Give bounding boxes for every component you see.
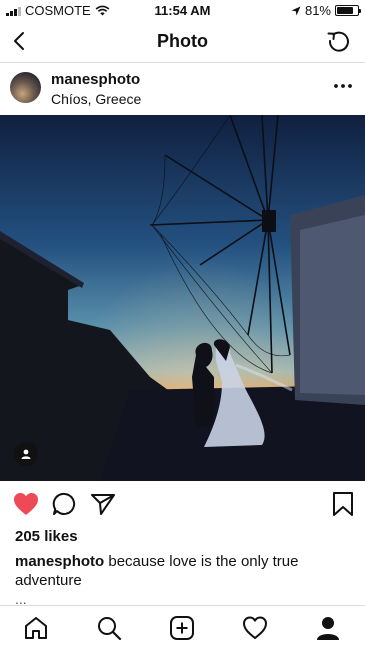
activity-heart-icon[interactable] (242, 615, 268, 641)
post-actions (0, 481, 365, 525)
profile-icon[interactable] (315, 615, 341, 641)
location-arrow-icon (291, 6, 301, 15)
page-title: Photo (157, 31, 208, 51)
post-header: manesphoto Chíos, Greece (0, 63, 365, 115)
home-icon[interactable] (23, 615, 49, 641)
post-photo[interactable] (0, 115, 365, 481)
post-location[interactable]: Chíos, Greece (51, 91, 141, 107)
share-icon[interactable] (89, 491, 117, 517)
bookmark-icon[interactable] (329, 491, 357, 517)
battery-fill (337, 7, 354, 14)
likes-count[interactable]: 205 likes (15, 528, 78, 545)
comment-icon[interactable] (51, 491, 79, 517)
refresh-icon[interactable] (325, 27, 353, 55)
caption-username[interactable]: manesphoto (15, 553, 104, 570)
tab-bar (0, 605, 365, 650)
user-tag-icon (21, 449, 31, 459)
status-right: 81% (291, 3, 361, 18)
nav-bar: Photo (0, 20, 365, 63)
avatar[interactable] (10, 72, 41, 103)
post-caption: manesphoto because love is the only true… (15, 552, 345, 590)
search-icon[interactable] (96, 615, 122, 641)
battery-percent: 81% (304, 3, 331, 18)
post-username[interactable]: manesphoto (51, 71, 140, 88)
more-horizontal-icon[interactable] (333, 81, 353, 91)
heart-filled-icon[interactable] (12, 491, 40, 517)
battery-icon (335, 5, 361, 16)
add-icon[interactable] (169, 615, 195, 641)
status-bar: COSMOTE 11:54 AM 81% (0, 0, 365, 20)
user-tag-button[interactable] (14, 442, 38, 466)
